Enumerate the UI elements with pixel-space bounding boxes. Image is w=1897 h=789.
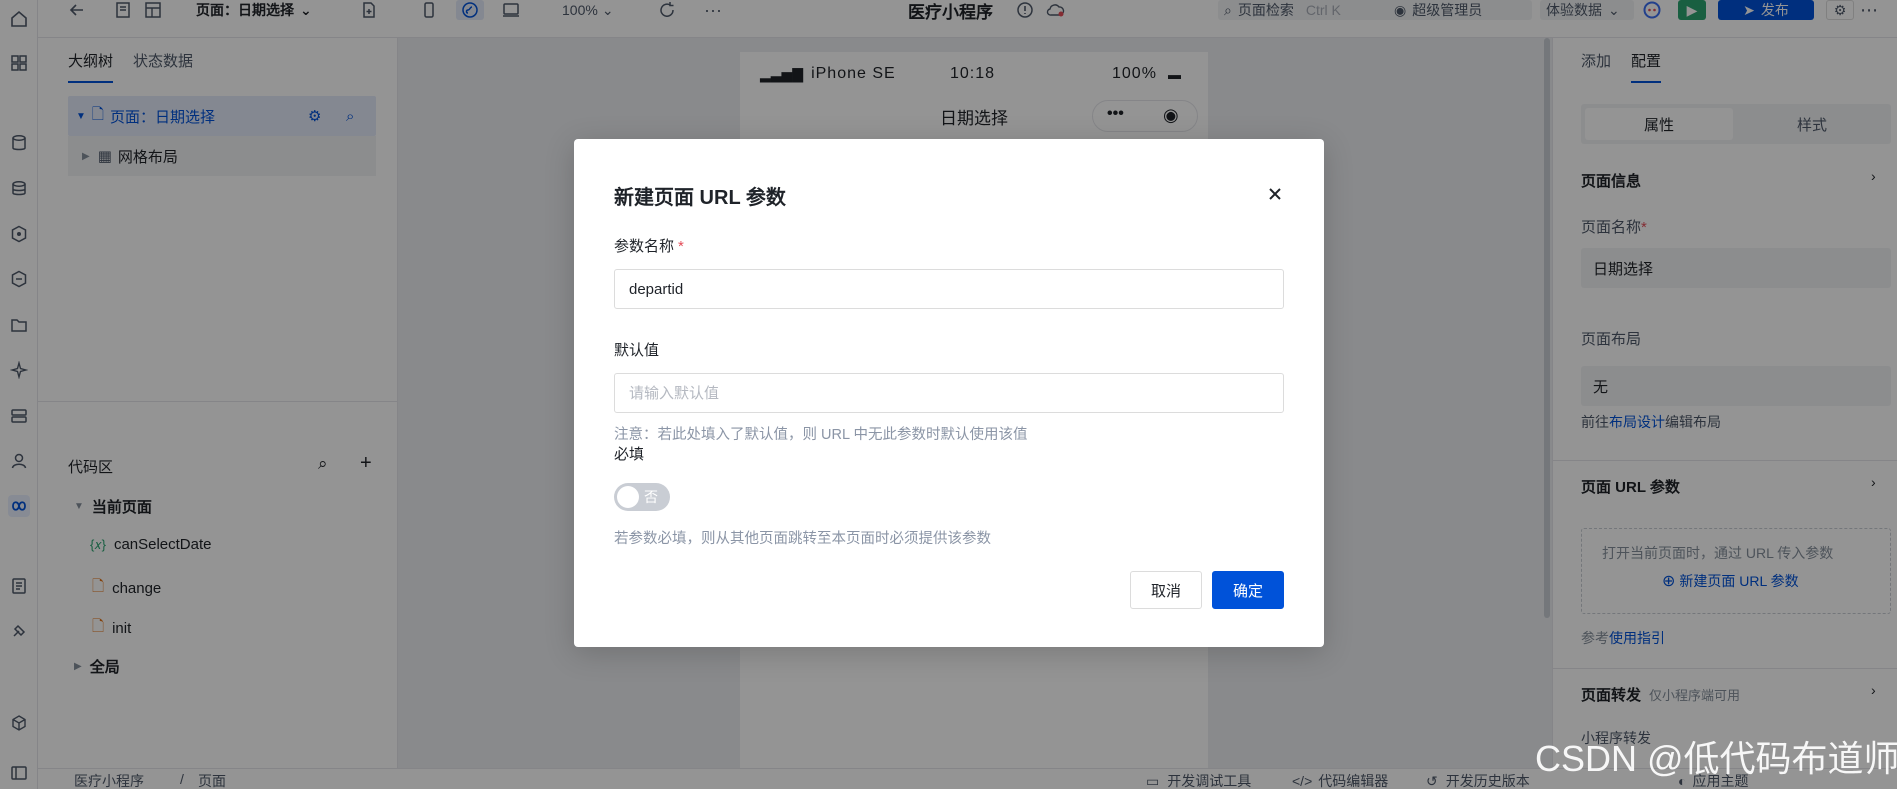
cancel-button[interactable]: 取消 [1130, 571, 1202, 609]
default-value-input[interactable] [614, 373, 1284, 413]
close-icon[interactable] [1264, 183, 1286, 205]
required-toggle[interactable]: 否 [614, 483, 670, 511]
new-url-param-dialog: 新建页面 URL 参数 参数名称* 默认值 注意：若此处填入了默认值，则 URL… [574, 139, 1324, 647]
toggle-state-text: 否 [644, 489, 658, 505]
toggle-knob [617, 486, 639, 508]
param-name-input[interactable] [614, 269, 1284, 309]
required-hint: 若参数必填，则从其他页面跳转至本页面时必须提供该参数 [614, 531, 991, 547]
dialog-title: 新建页面 URL 参数 [614, 187, 786, 209]
confirm-button[interactable]: 确定 [1212, 571, 1284, 609]
watermark: CSDN @低代码布道师 [1535, 738, 1897, 779]
param-name-label-text: 参数名称 [614, 238, 675, 255]
required-mark: * [678, 238, 684, 255]
default-value-hint: 注意：若此处填入了默认值，则 URL 中无此参数时默认使用该值 [614, 427, 1028, 443]
param-name-label: 参数名称 * [614, 235, 684, 256]
default-value-label: 默认值 [614, 342, 660, 359]
required-label: 必填 [614, 446, 645, 463]
